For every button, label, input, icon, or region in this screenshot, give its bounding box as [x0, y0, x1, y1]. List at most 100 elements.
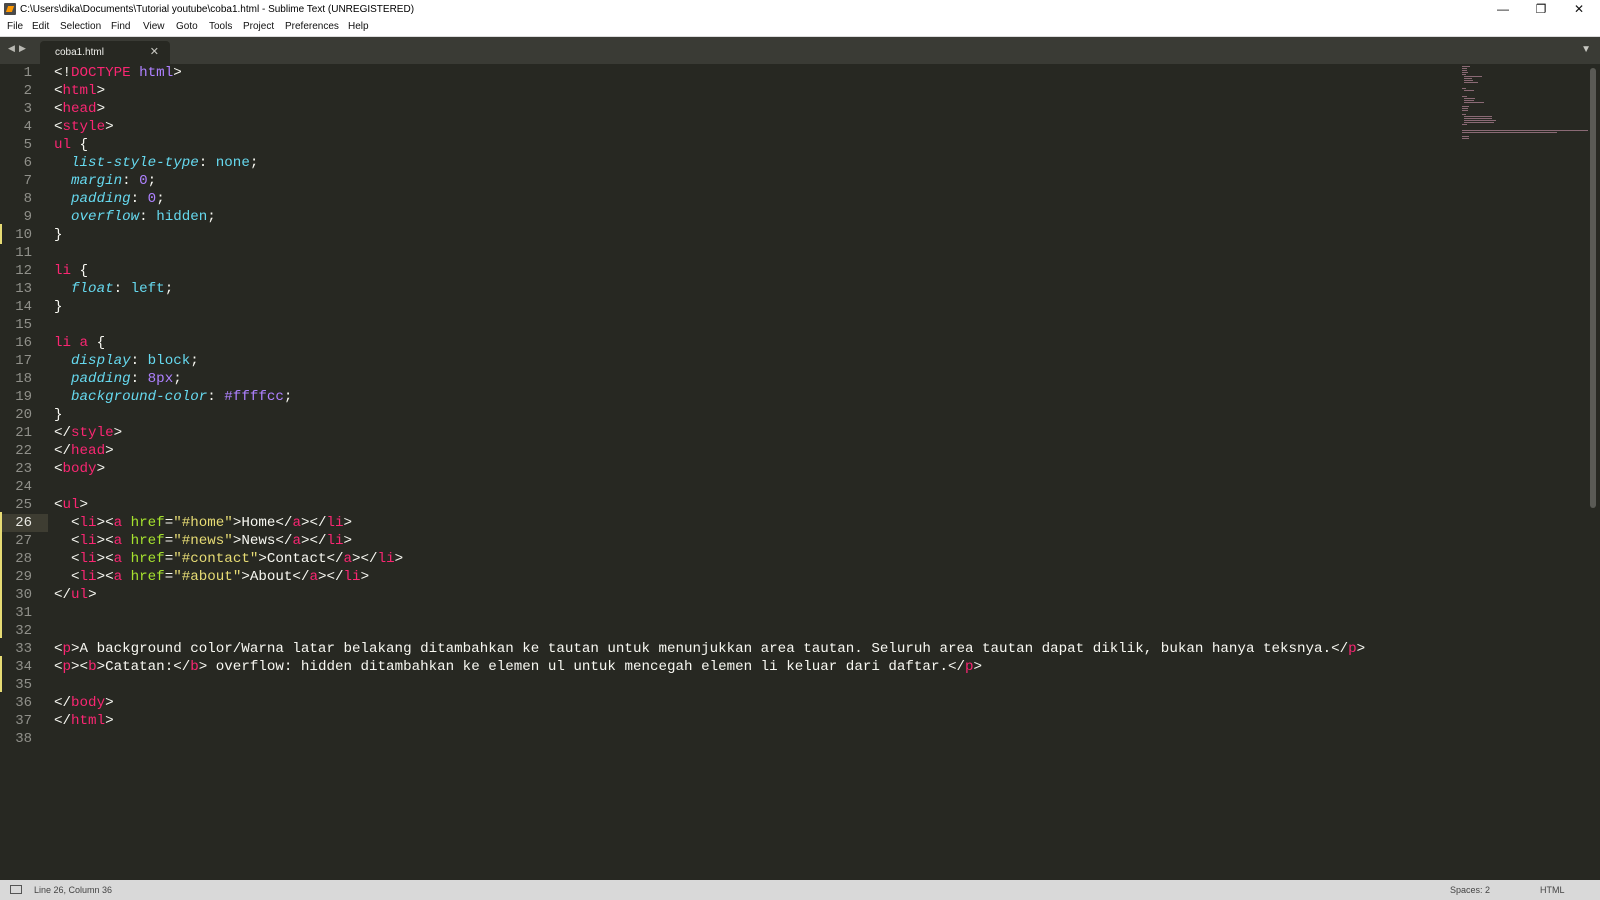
menu-project[interactable]: Project — [243, 19, 274, 35]
code-token: = — [164, 551, 174, 567]
restore-button[interactable]: ❐ — [1522, 0, 1560, 19]
code-line: <body> — [54, 460, 1365, 478]
code-line: <!DOCTYPE html> — [54, 64, 1365, 82]
close-window-button[interactable]: ✕ — [1560, 0, 1598, 19]
code-token: ; — [249, 155, 259, 171]
code-token: ; — [283, 389, 293, 405]
minimize-button[interactable]: — — [1484, 0, 1522, 19]
code-line: </head> — [54, 442, 1365, 460]
code-line: <style> — [54, 118, 1365, 136]
code-token: > — [88, 587, 97, 603]
code-token: > — [96, 461, 106, 477]
code-token: "#contact" — [173, 551, 259, 567]
code-token: < — [54, 83, 63, 99]
menu-preferences[interactable]: Preferences — [285, 19, 339, 35]
code-token: </ — [54, 425, 72, 441]
code-token: < — [54, 515, 80, 531]
code-token: : — [198, 155, 216, 171]
tab-bar: ◀ ▶ coba1.html ✕ ▼ — [0, 37, 1600, 64]
code-token: : — [207, 389, 225, 405]
code-token: li — [79, 533, 97, 549]
menu-view[interactable]: View — [143, 19, 165, 35]
code-token: < — [54, 119, 63, 135]
code-token: b — [88, 659, 97, 675]
tab-close-icon[interactable]: ✕ — [150, 41, 159, 64]
code-token: ; — [173, 371, 182, 387]
code-line: display: block; — [54, 352, 1365, 370]
code-token: p — [62, 641, 72, 657]
code-line: list-style-type: none; — [54, 154, 1365, 172]
tab-list-dropdown-icon[interactable]: ▼ — [1581, 44, 1591, 55]
menu-help[interactable]: Help — [348, 19, 369, 35]
code-token: ; — [164, 281, 174, 297]
line-number: 26 — [15, 515, 32, 531]
code-token: href — [130, 533, 165, 549]
code-token: > overflow: hidden ditambahkan ke elemen… — [198, 659, 965, 675]
code-token: : — [130, 191, 148, 207]
tab-forward-icon[interactable]: ▶ — [19, 43, 26, 54]
line-number: 17 — [15, 353, 32, 369]
code-line: <p><b>Catatan:</b> overflow: hidden dita… — [54, 658, 1365, 676]
line-number: 21 — [15, 425, 32, 441]
code-line: margin: 0; — [54, 172, 1365, 190]
code-token: > — [105, 119, 114, 135]
code-token: "#home" — [173, 515, 233, 531]
code-token: a — [113, 515, 123, 531]
line-number: 28 — [15, 551, 32, 567]
line-number: 7 — [23, 173, 32, 189]
console-panel-icon[interactable] — [10, 885, 22, 894]
syntax-selector[interactable]: HTML — [1540, 880, 1565, 900]
code-token: > — [394, 551, 404, 567]
code-text[interactable]: <!DOCTYPE html> <html> <head> <style> ul { l… — [54, 64, 1365, 748]
code-token: li — [343, 569, 361, 585]
indentation-setting[interactable]: Spaces: 2 — [1450, 880, 1490, 900]
code-token: none — [215, 155, 250, 171]
line-number: 36 — [15, 695, 32, 711]
code-line: <li><a href="#news">News</a></li> — [54, 532, 1365, 550]
minimap[interactable] — [1460, 64, 1590, 144]
code-line: <head> — [54, 100, 1365, 118]
code-token: body — [62, 461, 97, 477]
code-token: ; — [207, 209, 216, 225]
code-line: overflow: hidden; — [54, 208, 1365, 226]
code-token: > — [79, 497, 89, 513]
code-token: < — [54, 101, 63, 117]
menu-edit[interactable]: Edit — [32, 19, 49, 35]
code-line: background-color: #ffffcc; — [54, 388, 1365, 406]
code-token: : — [122, 173, 140, 189]
code-token: < — [54, 641, 63, 657]
code-token: <! — [54, 65, 72, 81]
code-token: ; — [190, 353, 199, 369]
menu-tools[interactable]: Tools — [209, 19, 232, 35]
menu-find[interactable]: Find — [111, 19, 130, 35]
code-line: padding: 8px; — [54, 370, 1365, 388]
menu-goto[interactable]: Goto — [176, 19, 198, 35]
menu-file[interactable]: File — [7, 19, 23, 35]
line-number: 30 — [15, 587, 32, 603]
scrollbar-thumb[interactable] — [1590, 68, 1596, 508]
code-token: ></ — [317, 569, 344, 585]
code-token: ; — [156, 191, 165, 207]
tab-back-icon[interactable]: ◀ — [8, 43, 15, 54]
code-token: : — [130, 353, 148, 369]
code-line: <ul> — [54, 496, 1365, 514]
tab-coba1-html[interactable]: coba1.html ✕ — [40, 41, 170, 64]
code-token: left — [130, 281, 165, 297]
line-number: 2 — [23, 83, 32, 99]
menu-selection[interactable]: Selection — [60, 19, 101, 35]
code-token: > — [360, 569, 370, 585]
code-editor[interactable]: 1 2 3 4 5 6 7 8 9 10 11 12 13 14 15 16 17 18 19 20 21 22 23 24 2… — [0, 64, 1600, 880]
code-token: li a — [54, 335, 89, 351]
code-line: <li><a href="#about">About</a></li> — [54, 568, 1365, 586]
code-token: padding — [71, 191, 131, 207]
